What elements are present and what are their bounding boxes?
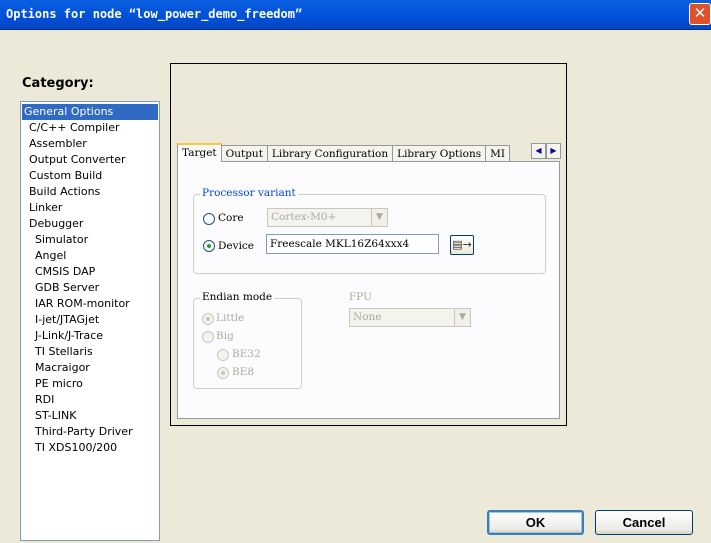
category-item-st-link[interactable]: ST-LINK — [21, 408, 159, 424]
core-select-value: Cortex-M0+ — [271, 211, 337, 223]
category-item-output-converter[interactable]: Output Converter — [21, 152, 159, 168]
core-label: Core — [218, 212, 244, 224]
cancel-button[interactable]: Cancel — [595, 510, 693, 535]
tab-scroll-right-icon[interactable]: ▶ — [546, 143, 561, 159]
tab-target[interactable]: Target — [177, 143, 222, 162]
category-item-assembler[interactable]: Assembler — [21, 136, 159, 152]
title-bar: Options for node “low_power_demo_freedom… — [0, 0, 711, 30]
category-item-ti-stellaris[interactable]: TI Stellaris — [21, 344, 159, 360]
big-radio[interactable] — [202, 331, 214, 343]
category-item-custom-build[interactable]: Custom Build — [21, 168, 159, 184]
category-item-ti-xds100-200[interactable]: TI XDS100/200 — [21, 440, 159, 456]
category-list[interactable]: General Options C/C++ Compiler Assembler… — [20, 101, 160, 541]
category-item-rdi[interactable]: RDI — [21, 392, 159, 408]
fpu-select-value: None — [353, 311, 382, 323]
category-item-macraigor[interactable]: Macraigor — [21, 360, 159, 376]
fpu-label: FPU — [349, 291, 373, 303]
device-field[interactable]: Freescale MKL16Z64xxx4 — [266, 234, 439, 254]
category-item-j-link-j-trace[interactable]: J-Link/J-Trace — [21, 328, 159, 344]
close-button[interactable]: ✕ — [689, 3, 711, 25]
category-item-simulator[interactable]: Simulator — [21, 232, 159, 248]
category-item-linker[interactable]: Linker — [21, 200, 159, 216]
core-radio[interactable] — [203, 213, 215, 225]
endian-mode-group: Endian mode Little Big BE32 BE8 — [193, 291, 302, 389]
category-item-pe-micro[interactable]: PE micro — [21, 376, 159, 392]
category-item-build-actions[interactable]: Build Actions — [21, 184, 159, 200]
tab-strip: Target Output Library Configuration Library… — [177, 143, 530, 162]
be8-radio[interactable] — [217, 367, 229, 379]
endian-mode-title: Endian mode — [200, 291, 275, 303]
ok-button[interactable]: OK — [487, 510, 584, 535]
chevron-down-icon: ▼ — [454, 309, 470, 326]
tab-mi[interactable]: MI — [485, 145, 510, 162]
category-item-i-jet-jtagjet[interactable]: I-jet/JTAGjet — [21, 312, 159, 328]
little-radio[interactable] — [202, 313, 214, 325]
processor-variant-title: Processor variant — [200, 187, 298, 199]
category-item-third-party-driver[interactable]: Third-Party Driver — [21, 424, 159, 440]
device-select-button[interactable]: ▤→ — [450, 235, 474, 255]
tab-scroll-left-icon[interactable]: ◀ — [531, 143, 546, 159]
device-radio[interactable] — [203, 240, 215, 252]
tab-body-target: Processor variant Core Cortex-M0+ ▼ Devi… — [177, 161, 560, 419]
category-item-c-cpp-compiler[interactable]: C/C++ Compiler — [21, 120, 159, 136]
fpu-select[interactable]: None ▼ — [349, 308, 471, 327]
little-label: Little — [216, 312, 245, 324]
processor-variant-group: Processor variant Core Cortex-M0+ ▼ Devi… — [193, 187, 546, 274]
category-item-gdb-server[interactable]: GDB Server — [21, 280, 159, 296]
category-item-cmsis-dap[interactable]: CMSIS DAP — [21, 264, 159, 280]
tab-library-configuration[interactable]: Library Configuration — [266, 145, 394, 162]
core-select[interactable]: Cortex-M0+ ▼ — [267, 208, 388, 227]
window-title: Options for node “low_power_demo_freedom… — [6, 7, 303, 21]
close-icon: ✕ — [693, 4, 707, 22]
chevron-down-icon: ▼ — [371, 209, 387, 226]
category-label: Category: — [22, 76, 94, 91]
device-select-icon: ▤→ — [452, 238, 472, 251]
device-label: Device — [218, 240, 255, 252]
big-label: Big — [216, 330, 234, 342]
category-item-iar-rom-monitor[interactable]: IAR ROM-monitor — [21, 296, 159, 312]
be8-label: BE8 — [232, 366, 255, 378]
tab-scroll-buttons: ◀ ▶ — [531, 143, 561, 159]
category-item-debugger[interactable]: Debugger — [21, 216, 159, 232]
be32-label: BE32 — [232, 348, 261, 360]
be32-radio[interactable] — [217, 349, 229, 361]
category-item-angel[interactable]: Angel — [21, 248, 159, 264]
tab-output[interactable]: Output — [220, 145, 268, 162]
tab-library-options[interactable]: Library Options — [392, 145, 487, 162]
category-item-general-options[interactable]: General Options — [22, 104, 158, 120]
